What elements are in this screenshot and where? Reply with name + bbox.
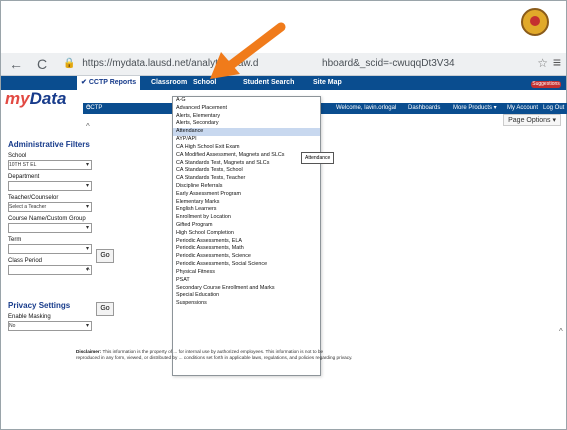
dropdown-item[interactable]: Periodic Assessments, Math — [173, 245, 320, 253]
teacher-label: Teacher/Counselor — [8, 195, 59, 201]
nav-cctp-reports[interactable]: ✔ CCTP Reports — [77, 76, 141, 90]
school-label: School — [8, 153, 27, 159]
dropdown-item[interactable]: Attendance — [173, 128, 320, 137]
lock-icon: 🔒 — [63, 58, 76, 69]
school-select[interactable]: 10TH ST EL ▾ — [8, 160, 92, 170]
dropdown-item[interactable]: Advanced Placement — [173, 105, 320, 113]
chevron-down-icon: ▾ — [85, 225, 89, 231]
dropdown-item[interactable]: CA High School Exit Exam — [173, 144, 320, 152]
disclaimer-label: Disclaimer: — [76, 349, 102, 354]
dropdown-item[interactable]: CA Standards Test, Magnets and SLCs — [173, 160, 320, 168]
reload-icon[interactable]: C — [37, 56, 47, 72]
go-button-privacy[interactable]: Go — [96, 302, 114, 316]
my-account-link[interactable]: My Account — [507, 103, 538, 114]
chevron-down-icon: ▾ — [85, 162, 89, 168]
department-label: Department — [8, 174, 40, 180]
scroll-up-icon[interactable]: ^ — [559, 327, 563, 336]
address-bar[interactable]: 🔒 https://mydata.lausd.net/analytics/saw… — [63, 56, 523, 72]
teacher-select[interactable]: Select a Teacher ▾ — [8, 202, 92, 212]
privacy-settings-title: Privacy Settings — [8, 301, 71, 310]
masking-label: Enable Masking — [8, 314, 51, 320]
suggestions-button[interactable]: Suggestions — [531, 81, 561, 88]
collapse-icon[interactable]: ^ — [86, 266, 90, 275]
go-button[interactable]: Go — [96, 249, 114, 263]
back-icon[interactable]: ← — [9, 56, 23, 72]
course-select[interactable]: ▾ — [8, 223, 92, 233]
dropdown-item[interactable]: Enrollment by Location — [173, 214, 320, 222]
chevron-down-icon: ▾ — [85, 204, 89, 210]
dropdown-item[interactable]: Alerts, Secondary — [173, 120, 320, 128]
dropdown-item[interactable]: High School Completion — [173, 230, 320, 238]
masking-select[interactable]: No ▾ — [8, 321, 92, 331]
orange-arrow-icon — [210, 22, 286, 79]
dropdown-item[interactable]: CA Standards Tests, Teacher — [173, 175, 320, 183]
nav-cctp-label: CCTP Reports — [88, 79, 137, 86]
dropdown-item[interactable]: A-G — [173, 97, 320, 105]
seal-icon — [521, 8, 549, 36]
chevron-down-icon: ▾ — [85, 183, 89, 189]
dropdown-item[interactable]: PSAT — [173, 277, 320, 285]
dropdown-item[interactable]: CA Standards Tests, School — [173, 167, 320, 175]
dropdown-item[interactable]: Periodic Assessments, Science — [173, 253, 320, 261]
logo-data: Data — [29, 89, 67, 108]
nav-check-icon: ✔ — [81, 79, 87, 86]
administrative-filters-title: Administrative Filters — [8, 140, 90, 149]
disclaimer-line-1: This information is the property of ... … — [102, 349, 324, 354]
collapse-icon[interactable]: ^ — [86, 122, 90, 131]
school-dropdown-menu: A-G Advanced Placement Alerts, Elementary A… — [172, 96, 321, 376]
department-select[interactable]: ▾ — [8, 181, 92, 191]
dropdown-item[interactable]: Special Education — [173, 292, 320, 300]
chevron-down-icon: ▾ — [85, 246, 89, 252]
dropdown-item[interactable]: Secondary Course Enrollment and Marks — [173, 285, 320, 293]
logo-my: my — [5, 89, 30, 108]
mydata-logo: myData — [5, 89, 66, 109]
browser-menu-icon[interactable]: ≡ — [553, 54, 561, 70]
url-tail: hboard&_scid=-cwuqqDt3V34 — [322, 58, 455, 69]
class-period-select[interactable]: ▾ — [8, 265, 92, 275]
masking-value: No — [9, 323, 16, 329]
dropdown-item[interactable]: Periodic Assessments, Social Science — [173, 261, 320, 269]
welcome-text: Welcome, lavin.orlogal — [336, 105, 397, 111]
dropdown-item[interactable]: English Learners — [173, 206, 320, 214]
dropdown-item[interactable]: Alerts, Elementary — [173, 113, 320, 121]
dashboards-link[interactable]: Dashboards — [408, 103, 440, 114]
dropdown-item[interactable]: Gifted Program — [173, 222, 320, 230]
disclaimer-line-2: reproduced in any form, viewed, or distr… — [76, 355, 353, 360]
class-period-label: Class Period — [8, 258, 43, 264]
course-label: Course Name/Custom Group — [8, 216, 86, 222]
dropdown-item[interactable]: Periodic Assessments, ELA — [173, 238, 320, 246]
more-products-link[interactable]: More Products ▾ — [453, 103, 497, 114]
dropdown-item[interactable]: CA Modified Assessment, Magnets and SLCs — [173, 152, 320, 160]
bookmark-star-icon[interactable]: ☆ — [537, 56, 548, 70]
term-label: Term — [8, 237, 22, 243]
attendance-tooltip: Attendance — [301, 152, 335, 164]
log-out-link[interactable]: Log Out — [543, 103, 564, 114]
dropdown-item[interactable]: Physical Fitness — [173, 269, 320, 277]
nav-classroom[interactable]: Classroom — [151, 76, 187, 90]
dropdown-item[interactable]: Suspensions — [173, 300, 320, 308]
dropdown-item[interactable]: Elementary Marks — [173, 199, 320, 207]
dropdown-item[interactable]: AYP/API — [173, 136, 320, 144]
chevron-down-icon: ▾ — [85, 323, 89, 329]
disclaimer-text: Disclaimer: This information is the prop… — [76, 349, 558, 361]
left-filter-panel: ^ Administrative Filters School 10TH ST … — [8, 122, 114, 331]
nav-site-map[interactable]: Site Map — [313, 76, 342, 90]
dropdown-item[interactable]: Early Assessment Program — [173, 191, 320, 199]
dropdown-item[interactable]: Discipline Referrals — [173, 183, 320, 191]
term-select[interactable]: ▾ — [8, 244, 92, 254]
teacher-value: Select a Teacher — [9, 204, 47, 210]
sub-navigation-bar: ➲ CCTP Reports Welcome, lavin.orlogal Da… — [83, 103, 567, 122]
school-value: 10TH ST EL — [9, 162, 37, 168]
page-options-button[interactable]: Page Options ▾ — [503, 114, 561, 126]
